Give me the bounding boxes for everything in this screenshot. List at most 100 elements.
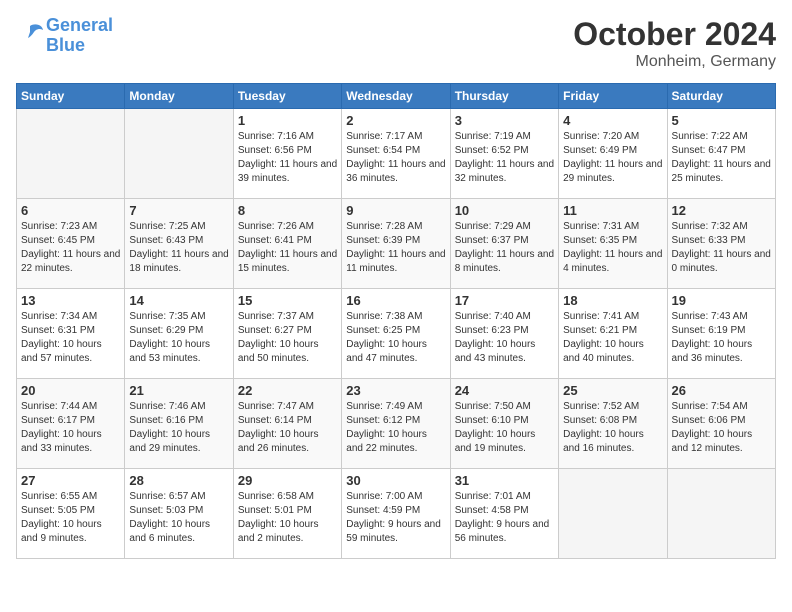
calendar-cell: 25 Sunrise: 7:52 AM Sunset: 6:08 PM Dayli… — [559, 379, 667, 469]
calendar-cell: 14 Sunrise: 7:35 AM Sunset: 6:29 PM Dayli… — [125, 289, 233, 379]
month-title: October 2024 — [573, 16, 776, 53]
day-info: Sunrise: 7:40 AM Sunset: 6:23 PM Dayligh… — [455, 310, 554, 366]
day-number: 28 — [129, 473, 228, 488]
calendar-cell: 17Sunrise: 7:40 AM Sunset: 6:23 PM Dayli… — [450, 289, 558, 379]
weekday-header-monday: Monday — [125, 84, 233, 109]
day-number: 14 — [129, 293, 228, 308]
day-info: Sunrise: 7:28 AM Sunset: 6:39 PM Dayligh… — [346, 220, 445, 276]
calendar-cell: 1 Sunrise: 7:16 AM Sunset: 6:56 PM Daylig… — [233, 109, 341, 199]
calendar-cell: 9 Sunrise: 7:28 AM Sunset: 6:39 PM Daylig… — [342, 199, 450, 289]
calendar-cell: 6 Sunrise: 7:23 AM Sunset: 6:45 PM Daylig… — [17, 199, 125, 289]
day-number: 27 — [21, 473, 120, 488]
day-number: 25 — [563, 383, 662, 398]
day-number: 3 — [455, 113, 554, 128]
day-info: Sunrise: 7:16 AM Sunset: 6:56 PM Dayligh… — [238, 130, 337, 186]
calendar-cell: 23Sunrise: 7:49 AM Sunset: 6:12 PM Dayli… — [342, 379, 450, 469]
weekday-header-friday: Friday — [559, 84, 667, 109]
calendar-cell: 5 Sunrise: 7:22 AM Sunset: 6:47 PM Daylig… — [667, 109, 775, 199]
day-number: 4 — [563, 113, 662, 128]
day-number: 1 — [238, 113, 337, 128]
day-number: 29 — [238, 473, 337, 488]
weekday-header-sunday: Sunday — [17, 84, 125, 109]
calendar-table: SundayMondayTuesdayWednesdayThursdayFrid… — [16, 83, 776, 559]
logo: General Blue — [16, 16, 113, 56]
calendar-cell: 28 Sunrise: 6:57 AM Sunset: 5:03 PM Dayli… — [125, 469, 233, 559]
calendar-cell: 2 Sunrise: 7:17 AM Sunset: 6:54 PM Daylig… — [342, 109, 450, 199]
calendar-cell: 4Sunrise: 7:20 AM Sunset: 6:49 PM Daylig… — [559, 109, 667, 199]
calendar-cell: 31 Sunrise: 7:01 AM Sunset: 4:58 PM Dayli… — [450, 469, 558, 559]
logo-text-general: General — [46, 16, 113, 36]
day-number: 8 — [238, 203, 337, 218]
calendar-cell: 20 Sunrise: 7:44 AM Sunset: 6:17 PM Dayli… — [17, 379, 125, 469]
day-number: 11 — [563, 203, 662, 218]
day-number: 15 — [238, 293, 337, 308]
day-number: 16 — [346, 293, 445, 308]
calendar-cell: 22Sunrise: 7:47 AM Sunset: 6:14 PM Dayli… — [233, 379, 341, 469]
day-number: 13 — [21, 293, 120, 308]
calendar-cell: 7Sunrise: 7:25 AM Sunset: 6:43 PM Daylig… — [125, 199, 233, 289]
day-number: 6 — [21, 203, 120, 218]
day-number: 7 — [129, 203, 228, 218]
day-number: 9 — [346, 203, 445, 218]
calendar-cell: 18 Sunrise: 7:41 AM Sunset: 6:21 PM Dayli… — [559, 289, 667, 379]
calendar-cell: 10 Sunrise: 7:29 AM Sunset: 6:37 PM Dayli… — [450, 199, 558, 289]
day-info: Sunrise: 7:50 AM Sunset: 6:10 PM Dayligh… — [455, 400, 554, 456]
logo-bird-icon — [16, 22, 44, 44]
day-info: Sunrise: 7:49 AM Sunset: 6:12 PM Dayligh… — [346, 400, 445, 456]
day-info: Sunrise: 7:29 AM Sunset: 6:37 PM Dayligh… — [455, 220, 554, 276]
day-info: Sunrise: 7:44 AM Sunset: 6:17 PM Dayligh… — [21, 400, 120, 456]
day-info: Sunrise: 7:52 AM Sunset: 6:08 PM Dayligh… — [563, 400, 662, 456]
title-block: October 2024 Monheim, Germany — [573, 16, 776, 71]
day-info: Sunrise: 7:54 AM Sunset: 6:06 PM Dayligh… — [672, 400, 771, 456]
location-title: Monheim, Germany — [573, 53, 776, 71]
day-number: 20 — [21, 383, 120, 398]
day-info: Sunrise: 7:34 AM Sunset: 6:31 PM Dayligh… — [21, 310, 120, 366]
weekday-header-tuesday: Tuesday — [233, 84, 341, 109]
day-info: Sunrise: 7:01 AM Sunset: 4:58 PM Dayligh… — [455, 490, 554, 546]
day-info: Sunrise: 7:46 AM Sunset: 6:16 PM Dayligh… — [129, 400, 228, 456]
day-number: 30 — [346, 473, 445, 488]
calendar-cell — [667, 469, 775, 559]
calendar-cell: 24Sunrise: 7:50 AM Sunset: 6:10 PM Dayli… — [450, 379, 558, 469]
day-info: Sunrise: 6:57 AM Sunset: 5:03 PM Dayligh… — [129, 490, 228, 546]
calendar-cell: 21Sunrise: 7:46 AM Sunset: 6:16 PM Dayli… — [125, 379, 233, 469]
day-info: Sunrise: 7:26 AM Sunset: 6:41 PM Dayligh… — [238, 220, 337, 276]
day-number: 2 — [346, 113, 445, 128]
day-number: 31 — [455, 473, 554, 488]
day-info: Sunrise: 7:31 AM Sunset: 6:35 PM Dayligh… — [563, 220, 662, 276]
day-info: Sunrise: 6:55 AM Sunset: 5:05 PM Dayligh… — [21, 490, 120, 546]
day-info: Sunrise: 7:23 AM Sunset: 6:45 PM Dayligh… — [21, 220, 120, 276]
calendar-cell: 19Sunrise: 7:43 AM Sunset: 6:19 PM Dayli… — [667, 289, 775, 379]
day-info: Sunrise: 7:00 AM Sunset: 4:59 PM Dayligh… — [346, 490, 445, 546]
day-info: Sunrise: 7:37 AM Sunset: 6:27 PM Dayligh… — [238, 310, 337, 366]
day-info: Sunrise: 7:32 AM Sunset: 6:33 PM Dayligh… — [672, 220, 771, 276]
logo-text-blue: Blue — [46, 36, 113, 56]
calendar-cell — [125, 109, 233, 199]
day-info: Sunrise: 7:38 AM Sunset: 6:25 PM Dayligh… — [346, 310, 445, 366]
day-number: 5 — [672, 113, 771, 128]
day-info: Sunrise: 7:19 AM Sunset: 6:52 PM Dayligh… — [455, 130, 554, 186]
calendar-cell — [559, 469, 667, 559]
calendar-cell — [17, 109, 125, 199]
calendar-cell: 29Sunrise: 6:58 AM Sunset: 5:01 PM Dayli… — [233, 469, 341, 559]
calendar-cell: 27 Sunrise: 6:55 AM Sunset: 5:05 PM Dayli… — [17, 469, 125, 559]
day-number: 18 — [563, 293, 662, 308]
calendar-cell: 16 Sunrise: 7:38 AM Sunset: 6:25 PM Dayli… — [342, 289, 450, 379]
calendar-cell: 30 Sunrise: 7:00 AM Sunset: 4:59 PM Dayli… — [342, 469, 450, 559]
day-info: Sunrise: 7:17 AM Sunset: 6:54 PM Dayligh… — [346, 130, 445, 186]
day-info: Sunrise: 7:47 AM Sunset: 6:14 PM Dayligh… — [238, 400, 337, 456]
calendar-cell: 26 Sunrise: 7:54 AM Sunset: 6:06 PM Dayli… — [667, 379, 775, 469]
calendar-cell: 3 Sunrise: 7:19 AM Sunset: 6:52 PM Daylig… — [450, 109, 558, 199]
day-number: 19 — [672, 293, 771, 308]
page-header: General Blue October 2024 Monheim, Germa… — [16, 16, 776, 71]
day-info: Sunrise: 7:41 AM Sunset: 6:21 PM Dayligh… — [563, 310, 662, 366]
weekday-header-thursday: Thursday — [450, 84, 558, 109]
calendar-cell: 12 Sunrise: 7:32 AM Sunset: 6:33 PM Dayli… — [667, 199, 775, 289]
day-number: 26 — [672, 383, 771, 398]
day-info: Sunrise: 7:22 AM Sunset: 6:47 PM Dayligh… — [672, 130, 771, 186]
calendar-cell: 8 Sunrise: 7:26 AM Sunset: 6:41 PM Daylig… — [233, 199, 341, 289]
day-number: 12 — [672, 203, 771, 218]
weekday-header-wednesday: Wednesday — [342, 84, 450, 109]
day-info: Sunrise: 7:35 AM Sunset: 6:29 PM Dayligh… — [129, 310, 228, 366]
day-number: 10 — [455, 203, 554, 218]
